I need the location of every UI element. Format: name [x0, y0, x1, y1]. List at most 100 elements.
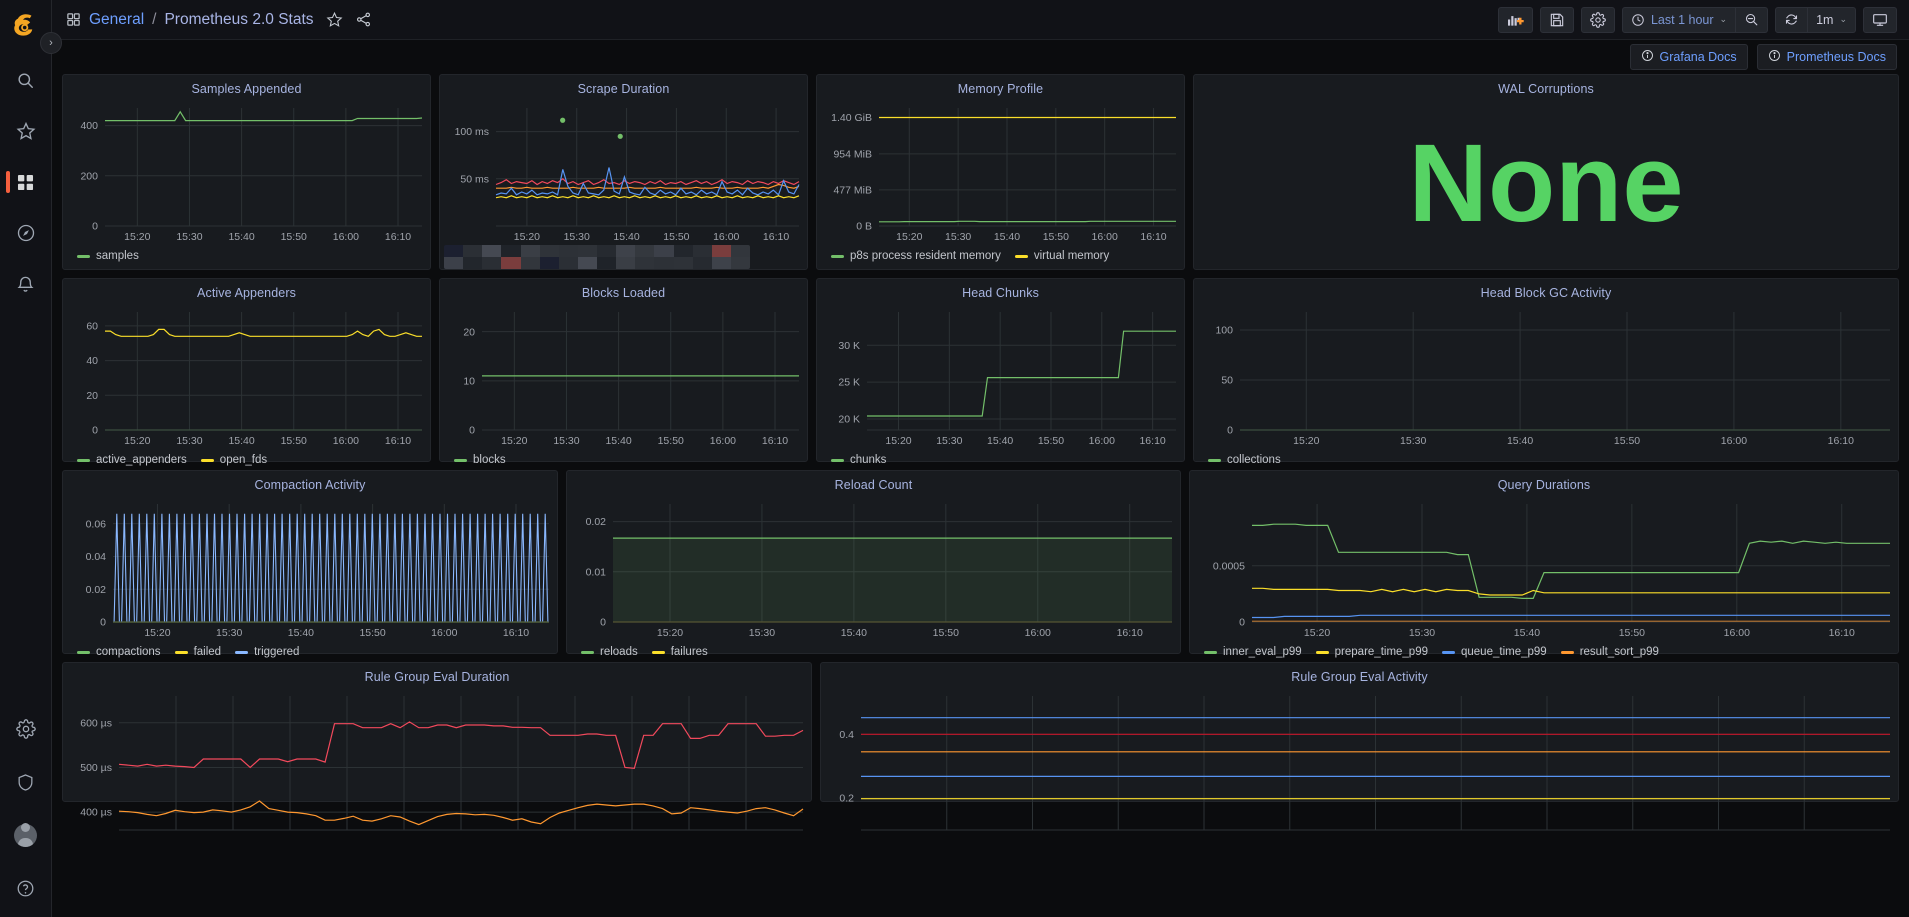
redacted-cell — [539, 245, 560, 257]
save-dashboard-button[interactable] — [1539, 6, 1574, 33]
legend-item[interactable]: compactions — [77, 646, 161, 658]
svg-text:15:30: 15:30 — [553, 435, 579, 447]
legend-item[interactable]: samples — [77, 250, 139, 262]
svg-text:15:30: 15:30 — [945, 231, 971, 243]
sidebar-item-server-admin[interactable] — [6, 765, 46, 799]
svg-text:0.0005: 0.0005 — [1213, 560, 1245, 572]
svg-text:15:50: 15:50 — [1038, 435, 1064, 447]
legend-item[interactable]: triggered — [235, 646, 299, 658]
panel-reload-count[interactable]: Reload Count 0 0.01 0.02 15:20 15:30 15:40 15:… — [566, 470, 1181, 658]
legend-item[interactable]: queue_time_p99 — [1442, 646, 1547, 658]
shield-icon — [18, 773, 33, 791]
legend-swatch — [77, 458, 90, 462]
breadcrumb-folder[interactable]: General — [89, 11, 144, 29]
refresh-button[interactable] — [1775, 6, 1809, 33]
plot-area[interactable]: 0 0.02 0.04 0.06 15:20 15:30 15:40 15:50 16:00 16… — [63, 494, 557, 644]
redacted-cell — [577, 245, 598, 257]
panel-compaction-activity[interactable]: Compaction Activity 0 0.02 0.04 0.06 15:20 15… — [62, 470, 558, 658]
sidebar-item-alerting[interactable] — [6, 267, 46, 301]
search-icon — [18, 72, 33, 88]
legend-item[interactable]: chunks — [831, 454, 886, 466]
expand-nav-button[interactable]: › — [40, 32, 62, 54]
panel-samples-appended[interactable]: Samples Appended 0 200 400 15:20 15:30 15:40 1… — [62, 74, 431, 270]
svg-text:15:20: 15:20 — [657, 627, 683, 639]
panel-legend-redacted — [440, 245, 807, 269]
legend-item[interactable]: failed — [174, 646, 221, 658]
svg-text:0: 0 — [1239, 617, 1245, 629]
redacted-cell — [673, 257, 694, 269]
panel-query-durations[interactable]: Query Durations 0 0.0005 15:20 15:30 15:40 15… — [1189, 470, 1899, 658]
plot-area[interactable]: 0 200 400 15:20 15:30 15:40 15:50 16:00 16:10 — [63, 98, 430, 248]
legend-item[interactable]: reloads — [581, 646, 638, 658]
plot-area[interactable]: 0.2 0.4 — [821, 686, 1898, 836]
link-prometheus-docs[interactable]: Prometheus Docs — [1756, 44, 1897, 70]
sidebar-item-starred[interactable] — [6, 114, 46, 148]
refresh-interval-picker[interactable]: 1m ⌄ — [1808, 6, 1856, 33]
svg-text:0.04: 0.04 — [86, 551, 107, 563]
plot-area[interactable]: 50 ms 100 ms 15:20 15:30 15:40 15:50 16:00 16:1… — [440, 98, 807, 248]
panel-scrape-duration[interactable]: Scrape Duration 50 ms 100 ms 15:20 15:30 15:… — [439, 74, 808, 270]
panel-head-chunks[interactable]: Head Chunks 20 K 25 K 30 K 15:20 15:30 15:40 1… — [816, 278, 1185, 466]
plot-area[interactable]: 0 50 100 15:20 15:30 15:40 15:50 16:00 16:10 — [1194, 302, 1898, 452]
legend-item[interactable]: failures — [651, 646, 708, 658]
add-panel-button[interactable] — [1497, 6, 1533, 33]
plot-area[interactable]: 0 B 477 MiB 954 MiB 1.40 GiB 15:20 15:30 15:40… — [817, 98, 1184, 248]
grafana-app: › General / Prometheus 2.0 Stats Last 1 … — [0, 0, 1909, 917]
svg-text:16:00: 16:00 — [1724, 627, 1750, 639]
zoom-out-time-button[interactable] — [1736, 6, 1769, 33]
legend-item[interactable]: collections — [1208, 454, 1281, 466]
legend-item[interactable]: inner_eval_p99 — [1204, 646, 1302, 658]
panel-title: Reload Count — [834, 478, 913, 492]
legend-item[interactable]: blocks — [454, 454, 506, 466]
svg-text:16:10: 16:10 — [1117, 627, 1143, 639]
legend-item[interactable]: p8s process resident memory — [831, 250, 1001, 262]
plot-area[interactable]: 0 20 40 60 15:20 15:30 15:40 15:50 16:00 16:10 — [63, 302, 430, 452]
sidebar-item-configuration[interactable] — [6, 712, 46, 746]
panel-blocks-loaded[interactable]: Blocks Loaded 0 10 20 15:20 15:30 15:40 15:50 1… — [439, 278, 808, 466]
breadcrumb-dashboard-title[interactable]: Prometheus 2.0 Stats — [164, 11, 313, 29]
sidebar-item-profile[interactable] — [6, 818, 46, 852]
redacted-cell — [558, 245, 579, 257]
svg-text:15:30: 15:30 — [1409, 627, 1435, 639]
share-icon[interactable] — [355, 11, 372, 28]
svg-text:20: 20 — [86, 390, 98, 402]
svg-text:15:30: 15:30 — [1400, 435, 1426, 447]
plot-area[interactable]: 20 K 25 K 30 K 15:20 15:30 15:40 15:50 16:00 16:… — [817, 302, 1184, 452]
time-range-picker[interactable]: Last 1 hour ⌄ — [1621, 6, 1737, 33]
svg-text:50: 50 — [1221, 375, 1233, 387]
legend-item[interactable]: active_appenders — [77, 454, 187, 466]
panel-head-block-gc-activity[interactable]: Head Block GC Activity 0 50 100 15:20 15:30 1… — [1193, 278, 1899, 466]
plot-area[interactable]: 0 10 20 15:20 15:30 15:40 15:50 16:00 16:10 — [440, 302, 807, 452]
plot-area[interactable]: 0 0.0005 15:20 15:30 15:40 15:50 16:00 16:10 — [1190, 494, 1898, 644]
panel-title: Samples Appended — [191, 82, 302, 96]
svg-text:16:10: 16:10 — [503, 627, 529, 639]
sidebar-item-dashboards[interactable] — [5, 165, 46, 199]
svg-text:16:10: 16:10 — [1139, 435, 1165, 447]
legend-label: result_sort_p99 — [1579, 646, 1659, 658]
star-icon[interactable] — [326, 11, 343, 28]
sidebar-item-search[interactable] — [6, 63, 46, 97]
legend-item[interactable]: virtual memory — [1014, 250, 1109, 262]
panel-memory-profile[interactable]: Memory Profile 0 B 477 MiB 954 MiB 1.40 GiB… — [816, 74, 1185, 270]
grafana-logo[interactable] — [10, 9, 42, 41]
panel-rule-group-eval-duration[interactable]: Rule Group Eval Duration 400 µs 500 µs 600… — [62, 662, 812, 831]
link-grafana-docs[interactable]: Grafana Docs — [1629, 44, 1748, 70]
svg-text:60: 60 — [86, 320, 98, 332]
panel-title: Active Appenders — [197, 286, 296, 300]
panel-wal-corruptions[interactable]: WAL Corruptions None — [1193, 74, 1899, 270]
legend-label: blocks — [473, 454, 506, 466]
legend-item[interactable]: result_sort_p99 — [1560, 646, 1659, 658]
plot-area[interactable]: 0 0.01 0.02 15:20 15:30 15:40 15:50 16:00 16:10 — [567, 494, 1180, 644]
plot-area[interactable]: 400 µs 500 µs 600 µs — [63, 686, 811, 836]
svg-text:15:20: 15:20 — [514, 231, 540, 243]
sidebar-item-explore[interactable] — [6, 216, 46, 250]
panel-rule-group-eval-activity[interactable]: Rule Group Eval Activity 0.2 0.4 — [820, 662, 1899, 831]
legend-swatch — [77, 254, 90, 258]
svg-text:15:30: 15:30 — [176, 435, 202, 447]
tv-mode-button[interactable] — [1863, 6, 1897, 33]
legend-item[interactable]: open_fds — [200, 454, 267, 466]
dashboard-settings-button[interactable] — [1580, 6, 1615, 33]
panel-active-appenders[interactable]: Active Appenders 0 20 40 60 15:20 15:30 15:40 1… — [62, 278, 431, 466]
sidebar-item-help[interactable] — [6, 871, 46, 905]
legend-item[interactable]: prepare_time_p99 — [1315, 646, 1428, 658]
